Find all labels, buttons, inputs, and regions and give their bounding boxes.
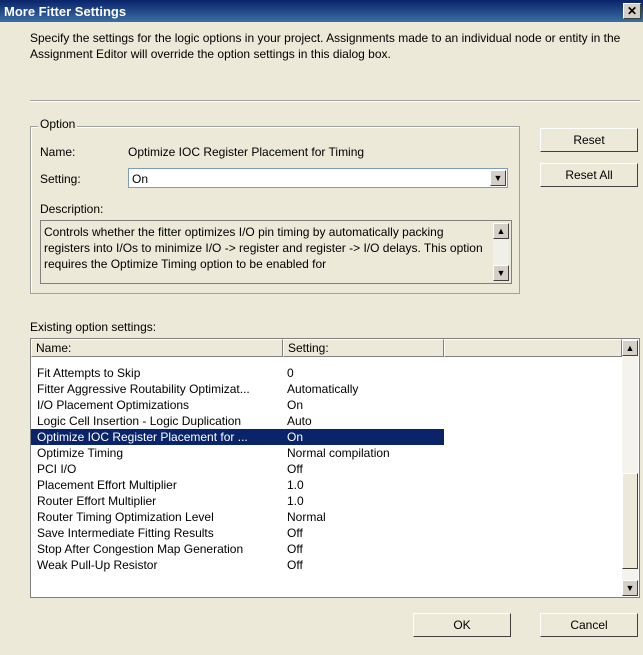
row-name: Router Timing Optimization Level — [37, 510, 214, 524]
close-icon[interactable]: ✕ — [623, 3, 641, 19]
column-header-empty — [444, 339, 622, 357]
option-group-label: Option — [38, 117, 78, 131]
scroll-down-icon[interactable]: ▼ — [493, 265, 509, 281]
description-text: Controls whether the fitter optimizes I/… — [44, 225, 483, 271]
row-setting: Off — [287, 526, 303, 540]
table-row[interactable]: Save Intermediate Fitting Results Off — [31, 525, 444, 541]
scroll-up-icon[interactable]: ▲ — [493, 223, 509, 239]
option-settings-list[interactable]: Name: Setting: Fit Attempts to Skip 0 Fitt… — [30, 338, 640, 598]
row-setting: 1.0 — [287, 494, 304, 508]
setting-dropdown[interactable]: On ▼ — [128, 168, 508, 188]
cancel-button[interactable]: Cancel — [540, 613, 638, 637]
intro-text: Specify the settings for the logic optio… — [30, 31, 621, 61]
table-row[interactable]: Optimize Timing Normal compilation — [31, 445, 444, 461]
row-name: Stop After Congestion Map Generation — [37, 542, 244, 556]
row-setting: Off — [287, 462, 303, 476]
table-row[interactable]: Router Effort Multiplier 1.0 — [31, 493, 444, 509]
table-row[interactable]: I/O Placement Optimizations On — [31, 397, 444, 413]
row-name: Optimize Timing — [37, 446, 124, 460]
option-name-value: Optimize IOC Register Placement for Timi… — [128, 145, 365, 159]
row-setting: Automatically — [287, 382, 359, 396]
row-setting: Auto — [287, 414, 312, 428]
table-row[interactable]: PCI I/O Off — [31, 461, 444, 477]
existing-settings-label: Existing option settings: — [30, 320, 157, 334]
scroll-up-icon[interactable]: ▲ — [622, 340, 638, 356]
table-row[interactable]: Router Timing Optimization Level Normal — [31, 509, 444, 525]
window-title: More Fitter Settings — [4, 4, 127, 19]
row-setting: On — [287, 398, 304, 412]
table-row[interactable]: Fitter Aggressive Routability Optimizat.… — [31, 381, 444, 397]
row-name: Logic Cell Insertion - Logic Duplication — [37, 414, 242, 428]
row-setting: 1.0 — [287, 478, 304, 492]
ok-button[interactable]: OK — [413, 613, 511, 637]
row-setting: Off — [287, 558, 303, 572]
table-row[interactable]: Weak Pull-Up Resistor Off — [31, 557, 444, 573]
description-scrollbar[interactable]: ▲ ▼ — [493, 223, 509, 281]
row-setting: Normal compilation — [287, 446, 390, 460]
table-row[interactable]: Logic Cell Insertion - Logic Duplication… — [31, 413, 444, 429]
row-name: Fit Attempts to Skip — [37, 366, 141, 380]
list-scrollbar[interactable]: ▲ ▼ — [622, 340, 638, 596]
description-label: Description: — [40, 202, 104, 216]
row-name: Weak Pull-Up Resistor — [37, 558, 158, 572]
setting-dropdown-value: On — [132, 172, 149, 186]
dropdown-arrow-icon[interactable]: ▼ — [490, 170, 506, 186]
table-row[interactable]: Stop After Congestion Map Generation Off — [31, 541, 444, 557]
title-bar: More Fitter Settings ✕ — [0, 0, 643, 22]
row-name: Save Intermediate Fitting Results — [37, 526, 214, 540]
row-name: Optimize IOC Register Placement for ... — [37, 430, 248, 444]
row-name: PCI I/O — [37, 462, 77, 476]
row-name: I/O Placement Optimizations — [37, 398, 190, 412]
table-row[interactable]: Fit Attempts to Skip 0 — [31, 365, 444, 381]
table-row[interactable]: Optimize IOC Register Placement for ... O… — [31, 429, 444, 445]
row-setting: Normal — [287, 510, 326, 524]
row-name: Fitter Aggressive Routability Optimizat.… — [37, 382, 250, 396]
table-row[interactable]: Placement Effort Multiplier 1.0 — [31, 477, 444, 493]
scroll-down-icon[interactable]: ▼ — [622, 580, 638, 596]
column-header-setting[interactable]: Setting: — [283, 339, 444, 357]
row-name: Router Effort Multiplier — [37, 494, 157, 508]
scroll-thumb[interactable] — [622, 473, 638, 569]
row-setting: 0 — [287, 366, 294, 380]
description-box[interactable]: Controls whether the fitter optimizes I/… — [40, 220, 512, 284]
row-setting: Off — [287, 542, 303, 556]
name-label: Name: — [40, 145, 76, 159]
reset-button[interactable]: Reset — [540, 128, 638, 152]
reset-all-button[interactable]: Reset All — [540, 163, 638, 187]
setting-label: Setting: — [40, 172, 81, 186]
list-rows: Fit Attempts to Skip 0 Fitter Aggressive R… — [31, 365, 444, 573]
row-setting: On — [287, 430, 304, 444]
column-header-name[interactable]: Name: — [31, 339, 283, 357]
divider — [30, 100, 640, 102]
row-name: Placement Effort Multiplier — [37, 478, 177, 492]
